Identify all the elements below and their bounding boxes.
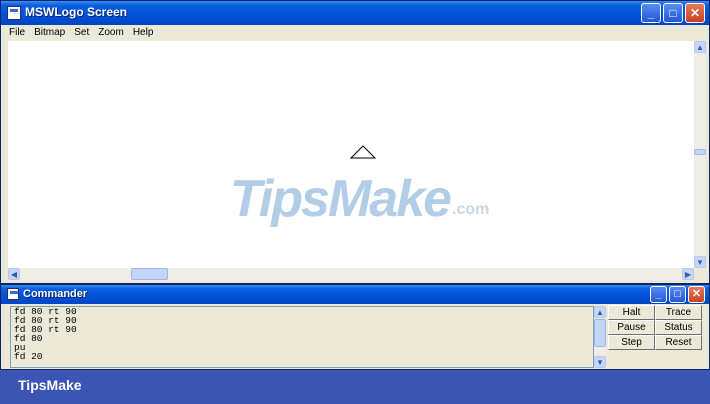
menu-zoom[interactable]: Zoom [94, 25, 129, 41]
maximize-button[interactable]: □ [663, 3, 683, 23]
history-line: fd 20 [14, 351, 43, 362]
pause-button[interactable]: Pause [608, 320, 655, 335]
reset-button[interactable]: Reset [655, 335, 702, 350]
main-title-bar[interactable]: MSWLogo Screen _ □ ✕ [1, 1, 709, 25]
history-scroll-thumb[interactable] [594, 319, 606, 347]
history-line: fd 80 [14, 333, 43, 344]
scroll-right-icon[interactable]: ▶ [682, 268, 694, 280]
watermark-logo: TipsMake .com [230, 173, 489, 225]
watermark-text: TipsMake [230, 170, 452, 228]
commander-title: Commander [23, 288, 88, 300]
minimize-button[interactable]: _ [641, 3, 661, 23]
history-scroll-up-icon[interactable]: ▲ [594, 306, 606, 318]
menu-help[interactable]: Help [129, 25, 159, 41]
history-line: fd 80 rt 90 [14, 315, 77, 326]
menu-file[interactable]: File [5, 25, 30, 41]
watermark-suffix: .com [452, 201, 490, 218]
vertical-scroll-thumb[interactable] [694, 149, 706, 155]
app-icon [7, 6, 21, 20]
history-scroll-down-icon[interactable]: ▼ [594, 356, 606, 368]
turtle-icon [350, 145, 376, 159]
canvas-horizontal-scrollbar[interactable]: ◀ ▶ [8, 268, 694, 280]
commander-button-panel: Halt Trace Pause Status Step Reset [608, 305, 702, 350]
commander-maximize-button[interactable]: □ [669, 286, 686, 303]
command-history[interactable]: fd 80 rt 90 fd 80 rt 90 fd 80 rt 90 fd 8… [10, 306, 594, 368]
scroll-down-icon[interactable]: ▼ [694, 256, 706, 268]
mswlogo-screen-window: MSWLogo Screen _ □ ✕ File Bitmap Set Zoo… [0, 0, 710, 284]
menu-bitmap[interactable]: Bitmap [30, 25, 70, 41]
commander-title-bar[interactable]: Commander _ □ ✕ [1, 285, 709, 304]
status-button[interactable]: Status [655, 320, 702, 335]
history-line: pu [14, 342, 26, 353]
commander-minimize-button[interactable]: _ [650, 286, 667, 303]
menu-bar: File Bitmap Set Zoom Help [5, 25, 705, 41]
history-line: fd 80 rt 90 [14, 324, 77, 335]
history-line: fd 80 rt 90 [14, 306, 77, 317]
close-button[interactable]: ✕ [685, 3, 705, 23]
scroll-left-icon[interactable]: ◀ [8, 268, 20, 280]
step-button[interactable]: Step [608, 335, 655, 350]
commander-window: Commander _ □ ✕ fd 80 rt 90 fd 80 rt 90 … [0, 284, 710, 370]
history-scrollbar[interactable]: ▲ ▼ [594, 306, 606, 368]
menu-set[interactable]: Set [70, 25, 94, 41]
footer-brand: TipsMake [18, 377, 82, 393]
main-window-title: MSWLogo Screen [25, 5, 128, 19]
horizontal-scroll-thumb[interactable] [131, 268, 168, 280]
commander-app-icon [7, 288, 19, 300]
scroll-up-icon[interactable]: ▲ [694, 41, 706, 53]
size-grip[interactable] [694, 268, 706, 280]
trace-button[interactable]: Trace [655, 305, 702, 320]
commander-close-button[interactable]: ✕ [688, 286, 705, 303]
halt-button[interactable]: Halt [608, 305, 655, 320]
drawing-canvas[interactable]: TipsMake .com [8, 41, 694, 268]
canvas-vertical-scrollbar[interactable]: ▲ ▼ [694, 41, 706, 268]
